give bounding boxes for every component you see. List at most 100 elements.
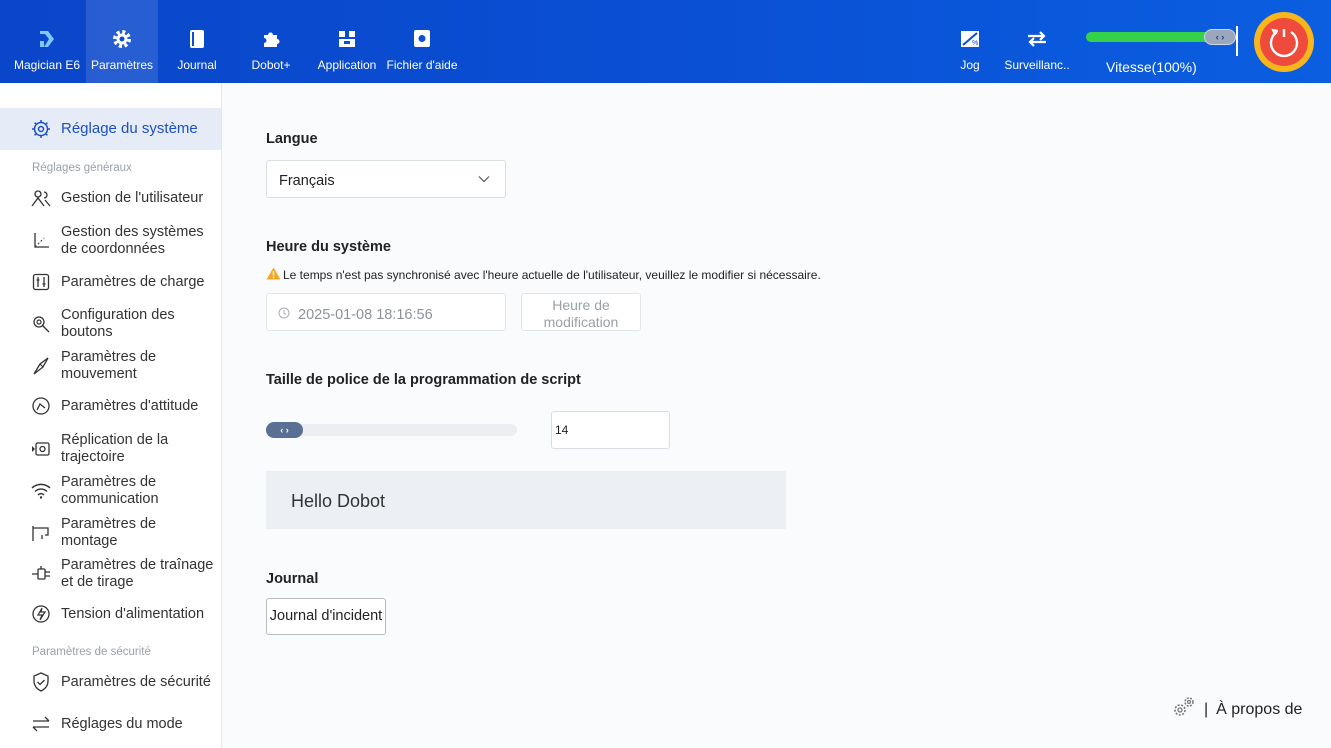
gear-outline-icon xyxy=(31,119,51,139)
time-sync-warning: Le temps n'est pas synchronisé avec l'he… xyxy=(266,267,821,283)
speed-fill xyxy=(1086,32,1220,42)
language-title: Langue xyxy=(266,131,318,147)
sidebar-item-label: Paramètres de montage xyxy=(61,516,157,549)
modify-time-button[interactable]: Heure de modification xyxy=(521,293,641,331)
sidebar-item-mounting[interactable]: Paramètres de montage xyxy=(0,515,221,551)
nav-application[interactable]: Application xyxy=(312,0,382,83)
nav-label: Jog xyxy=(960,58,980,72)
language-value: Français xyxy=(279,173,335,189)
sidebar-item-buttons[interactable]: Configuration des boutons xyxy=(0,306,221,342)
font-size-slider-thumb[interactable]: ‹ › xyxy=(266,422,303,438)
sidebar-item-label: Paramètres de charge xyxy=(61,274,205,290)
nav-label: Journal xyxy=(177,58,217,72)
wifi-icon xyxy=(31,481,51,501)
sidebar-item-drag[interactable]: Paramètres de traînage et de tirage xyxy=(0,556,221,592)
section-security-title: Paramètres de sécurité xyxy=(32,646,151,658)
motion-icon xyxy=(31,356,51,376)
sidebar-item-label: Réglages du mode xyxy=(61,716,183,732)
sidebar-item-load[interactable]: Paramètres de charge xyxy=(0,267,221,297)
nav-jog[interactable]: % Jog xyxy=(950,0,990,83)
dobot-logo-icon xyxy=(36,28,58,50)
font-size-slider-track[interactable] xyxy=(266,424,517,436)
shield-icon xyxy=(31,672,51,692)
mounting-icon xyxy=(31,523,51,543)
incident-journal-button[interactable]: Journal d'incident xyxy=(266,598,386,635)
drag-icon xyxy=(31,564,51,584)
about-link[interactable]: | À propos de xyxy=(1172,695,1302,724)
sidebar-item-trajectory[interactable]: Réplication de la trajectoire xyxy=(0,431,221,467)
mode-switch-icon xyxy=(31,714,51,734)
coordinate-axes-icon xyxy=(31,231,51,251)
nav-label: Paramètres xyxy=(90,58,154,72)
sidebar-item-label: Réglage du système xyxy=(61,120,198,137)
sidebar-item-motion[interactable]: Paramètres de mouvement xyxy=(0,348,221,384)
help-file-icon xyxy=(411,28,433,50)
speed-slider[interactable]: ‹ › xyxy=(1086,29,1236,45)
power-icon xyxy=(1260,18,1308,66)
nav-label: Magician E6 xyxy=(13,58,81,72)
nav-label: Dobot+ xyxy=(251,58,291,72)
nav-label: Surveillanc.. xyxy=(1004,58,1070,72)
attitude-icon xyxy=(31,396,51,416)
application-icon xyxy=(336,28,358,50)
sidebar-item-label: Configuration des boutons xyxy=(61,307,175,340)
sidebar-item-label: Paramètres de mouvement xyxy=(61,349,157,382)
sidebar-item-coordinates[interactable]: Gestion des systèmes de coordonnées xyxy=(0,223,221,259)
nav-label: Application xyxy=(317,58,377,72)
puzzle-icon xyxy=(260,28,282,50)
svg-text:%: % xyxy=(972,40,978,47)
language-select[interactable]: Français xyxy=(266,160,506,198)
gear-icon xyxy=(111,28,133,50)
power-supply-icon xyxy=(31,604,51,624)
sidebar-item-users[interactable]: Gestion de l'utilisateur xyxy=(0,183,221,213)
font-preview-box: Hello Dobot xyxy=(266,471,786,529)
sidebar-item-mode[interactable]: Réglages du mode xyxy=(0,709,221,739)
sidebar-item-attitude[interactable]: Paramètres d'attitude xyxy=(0,391,221,421)
sidebar-item-security[interactable]: Paramètres de sécurité xyxy=(0,667,221,697)
system-time-field: 2025-01-08 18:16:56 xyxy=(266,293,506,331)
clock-icon xyxy=(278,306,290,324)
emergency-power-button[interactable] xyxy=(1254,12,1314,72)
settings-sidebar: Réglage du système Réglages généraux Ges… xyxy=(0,83,222,748)
chevron-down-icon xyxy=(477,172,491,191)
book-icon xyxy=(186,28,208,50)
sidebar-item-label: Paramètres de communication xyxy=(61,474,159,507)
system-time-title: Heure du système xyxy=(266,239,391,255)
warning-text: Le temps n'est pas synchronisé avec l'he… xyxy=(283,268,821,282)
trajectory-icon xyxy=(31,439,51,459)
nav-surveillance[interactable]: Surveillanc.. xyxy=(1000,0,1074,83)
nav-parametres[interactable]: Paramètres xyxy=(86,0,158,83)
nav-fichier-aide[interactable]: Fichier d'aide xyxy=(382,0,462,83)
sidebar-item-power-supply[interactable]: Tension d'alimentation xyxy=(0,599,221,629)
top-navigation-bar: Magician E6 Paramètres Journal Dobot+ Ap… xyxy=(0,0,1331,83)
font-size-title: Taille de police de la programmation de … xyxy=(266,372,581,388)
speed-label: Vitesse(100%) xyxy=(1106,59,1197,75)
nav-journal[interactable]: Journal xyxy=(165,0,229,83)
settings-content: Langue Français Heure du système Le temp… xyxy=(222,83,1331,748)
font-preview-text: Hello Dobot xyxy=(291,491,386,511)
section-general-title: Réglages généraux xyxy=(32,162,132,174)
sidebar-item-reglage-systeme[interactable]: Réglage du système xyxy=(0,108,221,150)
sidebar-item-label: Paramètres de sécurité xyxy=(61,674,211,690)
sidebar-item-label: Paramètres de traînage et de tirage xyxy=(61,557,214,590)
sidebar-item-label: Paramètres d'attitude xyxy=(61,398,199,414)
users-icon xyxy=(31,188,51,208)
transfer-icon xyxy=(1026,28,1048,50)
sidebar-item-communication[interactable]: Paramètres de communication xyxy=(0,473,221,509)
font-size-input[interactable]: 14 xyxy=(551,411,670,449)
about-label: À propos de xyxy=(1216,700,1303,718)
about-separator: | xyxy=(1204,700,1209,718)
journal-title: Journal xyxy=(266,571,319,587)
nav-magician-e6[interactable]: Magician E6 xyxy=(8,0,86,83)
load-icon xyxy=(31,272,51,292)
button-config-icon xyxy=(31,314,51,334)
sidebar-item-label: Réplication de la trajectoire xyxy=(61,432,169,465)
nav-dobot-plus[interactable]: Dobot+ xyxy=(238,0,304,83)
jog-icon: % xyxy=(959,28,981,50)
nav-label: Fichier d'aide xyxy=(386,58,458,72)
speed-slider-thumb[interactable]: ‹ › xyxy=(1204,29,1236,45)
warning-icon xyxy=(266,267,281,283)
gears-icon xyxy=(1172,695,1196,724)
sidebar-item-label: Gestion de l'utilisateur xyxy=(61,190,204,206)
system-time-value: 2025-01-08 18:16:56 xyxy=(298,307,433,323)
